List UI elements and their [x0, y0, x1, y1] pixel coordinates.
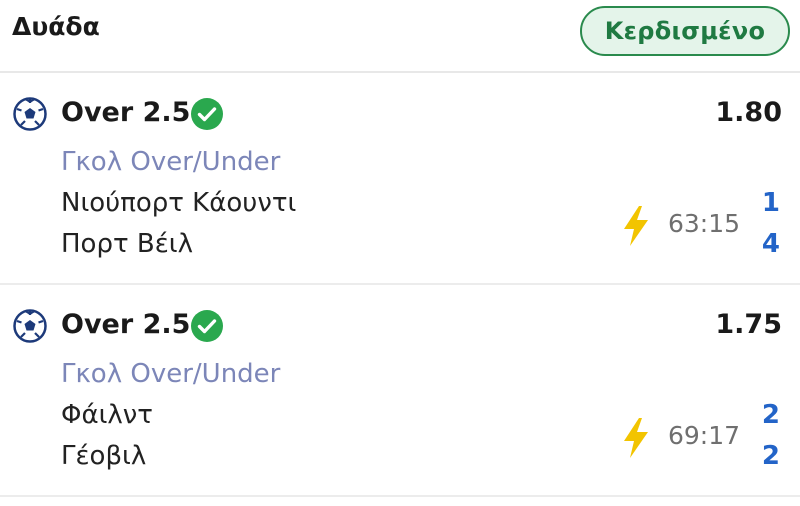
soccer-ball-icon	[13, 97, 47, 131]
away-team-name: Γέοβιλ	[61, 441, 147, 471]
odds-value: 1.80	[715, 97, 782, 128]
match-time: 63:15	[668, 209, 741, 238]
selection-name: Over 2.5	[61, 97, 191, 128]
selection-name: Over 2.5	[61, 309, 191, 340]
market-name: Γκολ Over/Under	[61, 359, 281, 389]
away-score: 4	[761, 229, 780, 259]
check-circle-icon	[191, 98, 223, 130]
home-score: 1	[761, 188, 780, 218]
odds-value: 1.75	[715, 309, 782, 340]
market-name: Γκολ Over/Under	[61, 147, 281, 177]
bet-selection[interactable]: Over 2.5 1.80 Γκολ Over/Under Νιούπορτ Κ…	[0, 75, 800, 285]
lightning-icon	[624, 418, 648, 458]
bet-slip-header: Δυάδα Κερδισμένο	[0, 0, 800, 73]
status-badge: Κερδισμένο	[580, 6, 790, 56]
away-score: 2	[761, 441, 780, 471]
match-time: 69:17	[668, 421, 741, 450]
home-score: 2	[761, 400, 780, 430]
lightning-icon	[624, 206, 648, 246]
away-team-name: Πορτ Βέιλ	[61, 229, 193, 259]
soccer-ball-icon	[13, 309, 47, 343]
home-team-name: Νιούπορτ Κάουντι	[61, 188, 297, 218]
bet-type-title: Δυάδα	[12, 12, 100, 41]
check-circle-icon	[191, 310, 223, 342]
home-team-name: Φάιλντ	[61, 400, 153, 430]
bet-selection[interactable]: Over 2.5 1.75 Γκολ Over/Under Φάιλντ Γέο…	[0, 287, 800, 497]
